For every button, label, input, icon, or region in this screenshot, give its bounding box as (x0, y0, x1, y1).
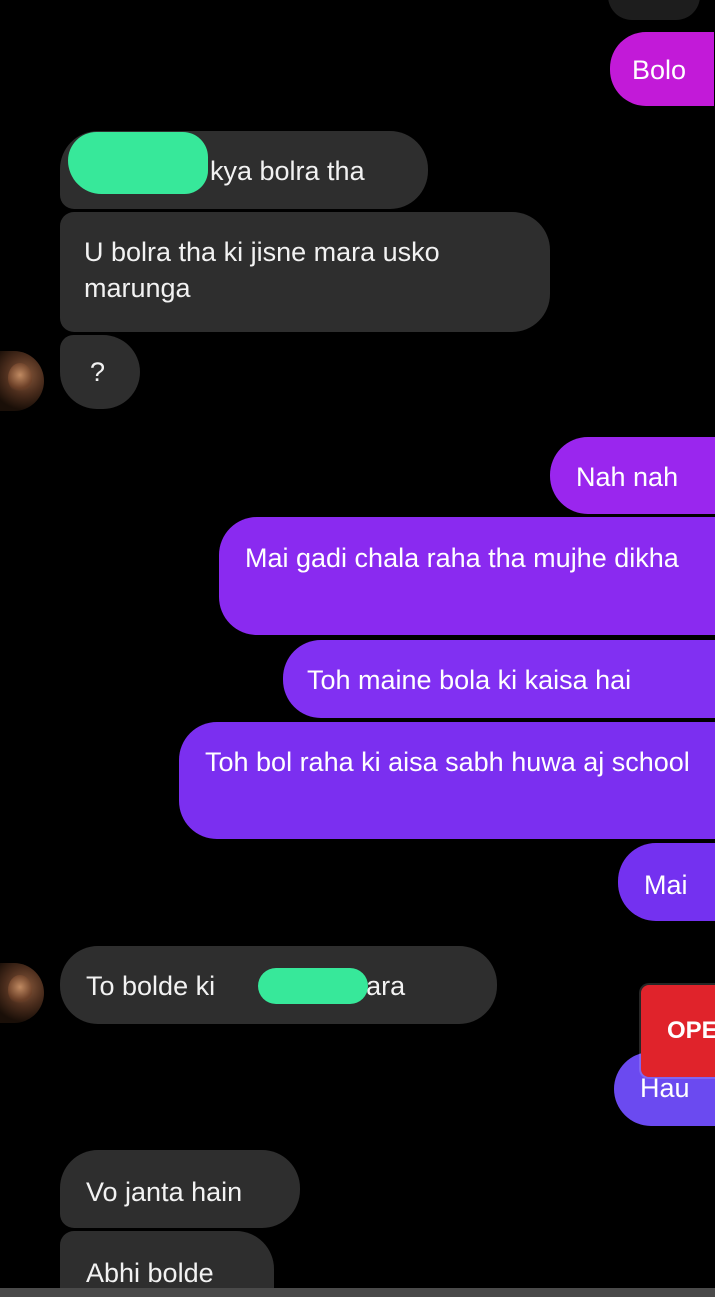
message-text: Nah nah (576, 462, 679, 492)
previous-message-edge (608, 0, 700, 20)
message-incoming-u-bolra-tha[interactable]: U bolra tha ki jisne mara usko marunga (60, 212, 550, 332)
bottom-bar (0, 1288, 715, 1297)
contact-avatar[interactable] (0, 351, 44, 411)
message-incoming-question[interactable]: ? (60, 335, 140, 409)
message-outgoing-mai-gadi[interactable]: Mai gadi chala raha tha mujhe dikha (219, 517, 715, 635)
message-text-start: To bolde ki (86, 971, 216, 1001)
redaction-mark (68, 132, 208, 194)
message-outgoing-nah-nah[interactable]: Nah nah (550, 437, 715, 514)
message-text: Toh bol raha ki aisa sabh huwa aj school (205, 747, 690, 777)
message-outgoing-toh-bol-raha[interactable]: Toh bol raha ki aisa sabh huwa aj school (179, 722, 715, 839)
message-text: Vo janta hain (86, 1177, 243, 1207)
message-text: Abhi bolde (86, 1258, 214, 1288)
contact-avatar[interactable] (0, 963, 44, 1023)
message-text: U bolra tha ki jisne mara usko marunga (84, 237, 440, 303)
message-text: Bolo (632, 55, 687, 85)
redaction-mark (258, 968, 368, 1004)
message-text: ? (90, 357, 106, 387)
chat-thread[interactable]: Bolo kya bolra tha U bolra tha ki jisne … (0, 0, 715, 1297)
message-text: Mai gadi chala raha tha mujhe dikha (245, 543, 679, 573)
message-text: Toh maine bola ki kaisa hai (307, 665, 632, 695)
open-button-label: OPEN (667, 1017, 715, 1044)
message-outgoing-bolo[interactable]: Bolo (610, 32, 714, 106)
open-button[interactable]: OPEN (641, 985, 715, 1077)
message-outgoing-toh-maine-bola[interactable]: Toh maine bola ki kaisa hai (283, 640, 715, 718)
message-outgoing-mai[interactable]: Mai (618, 843, 715, 921)
message-text: Mai (644, 870, 688, 900)
message-incoming-vo-janta-hain[interactable]: Vo janta hain (60, 1150, 300, 1228)
message-text: kya bolra tha (210, 156, 365, 186)
